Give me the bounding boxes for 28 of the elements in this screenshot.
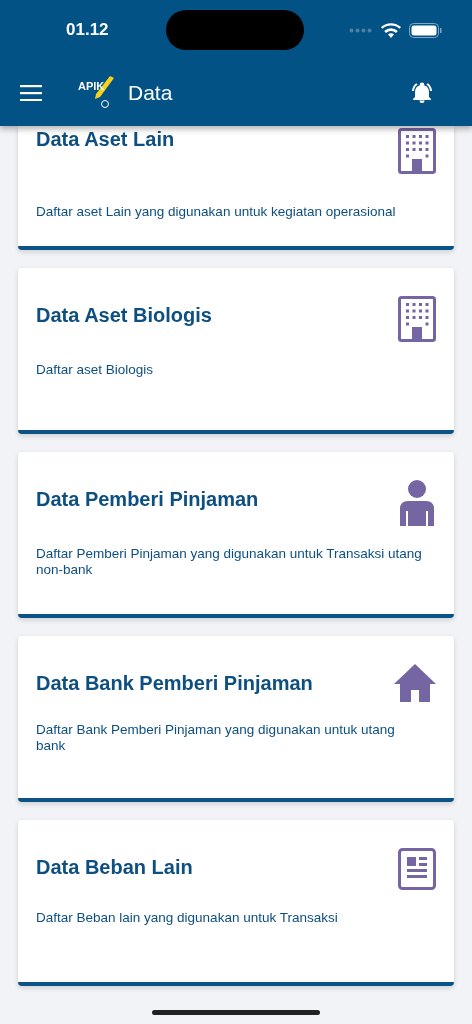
person-icon (398, 480, 436, 526)
card-title: Data Aset Lain (36, 128, 175, 151)
page-title: Data (128, 81, 173, 105)
status-time: 01.12 (66, 20, 110, 40)
card-title: Data Beban Lain (36, 856, 193, 879)
data-card[interactable]: Data Aset Lain Daftar aset Lain yang digunakan untuk kegiatan operasional (18, 126, 454, 250)
menu-button[interactable] (20, 85, 42, 101)
data-card[interactable]: Data Bank Pemberi Pinjaman Daftar Bank Pemberi Pinjaman yang digunakan untuk utang bank (18, 636, 454, 802)
wifi-icon (381, 22, 401, 38)
notification-button[interactable] (410, 81, 434, 105)
data-card[interactable]: Data Aset Biologis Daftar aset Biologis (18, 268, 454, 434)
card-description: Daftar Pemberi Pinjaman yang digunakan untuk Transaksi utang non-bank (36, 546, 423, 578)
signal-icon (349, 27, 373, 33)
data-card[interactable]: Data Pemberi Pinjaman Daftar Pemberi Pinjaman yang digunakan untuk Transaksi utang non-bank (18, 452, 454, 618)
house-icon (394, 664, 436, 702)
card-title: Data Bank Pemberi Pinjaman (36, 672, 313, 695)
battery-icon (409, 22, 442, 38)
card-title: Data Aset Biologis (36, 304, 212, 327)
card-description: Daftar aset Lain yang digunakan untuk kegiatan operasional (36, 204, 397, 220)
card-title: Data Pemberi Pinjaman (36, 488, 259, 511)
document-icon (398, 848, 436, 890)
card-description: Daftar aset Biologis (36, 362, 155, 378)
card-description: Daftar Bank Pemberi Pinjaman yang digunakan untuk utang bank (36, 722, 396, 754)
building-icon (398, 296, 436, 342)
app-logo: APIK (78, 76, 114, 110)
data-card[interactable]: Data Beban Lain Daftar Beban lain yang digunakan untuk Transaksi (18, 820, 454, 986)
card-description: Daftar Beban lain yang digunakan untuk Transaksi (36, 910, 339, 926)
building-icon (398, 128, 436, 174)
